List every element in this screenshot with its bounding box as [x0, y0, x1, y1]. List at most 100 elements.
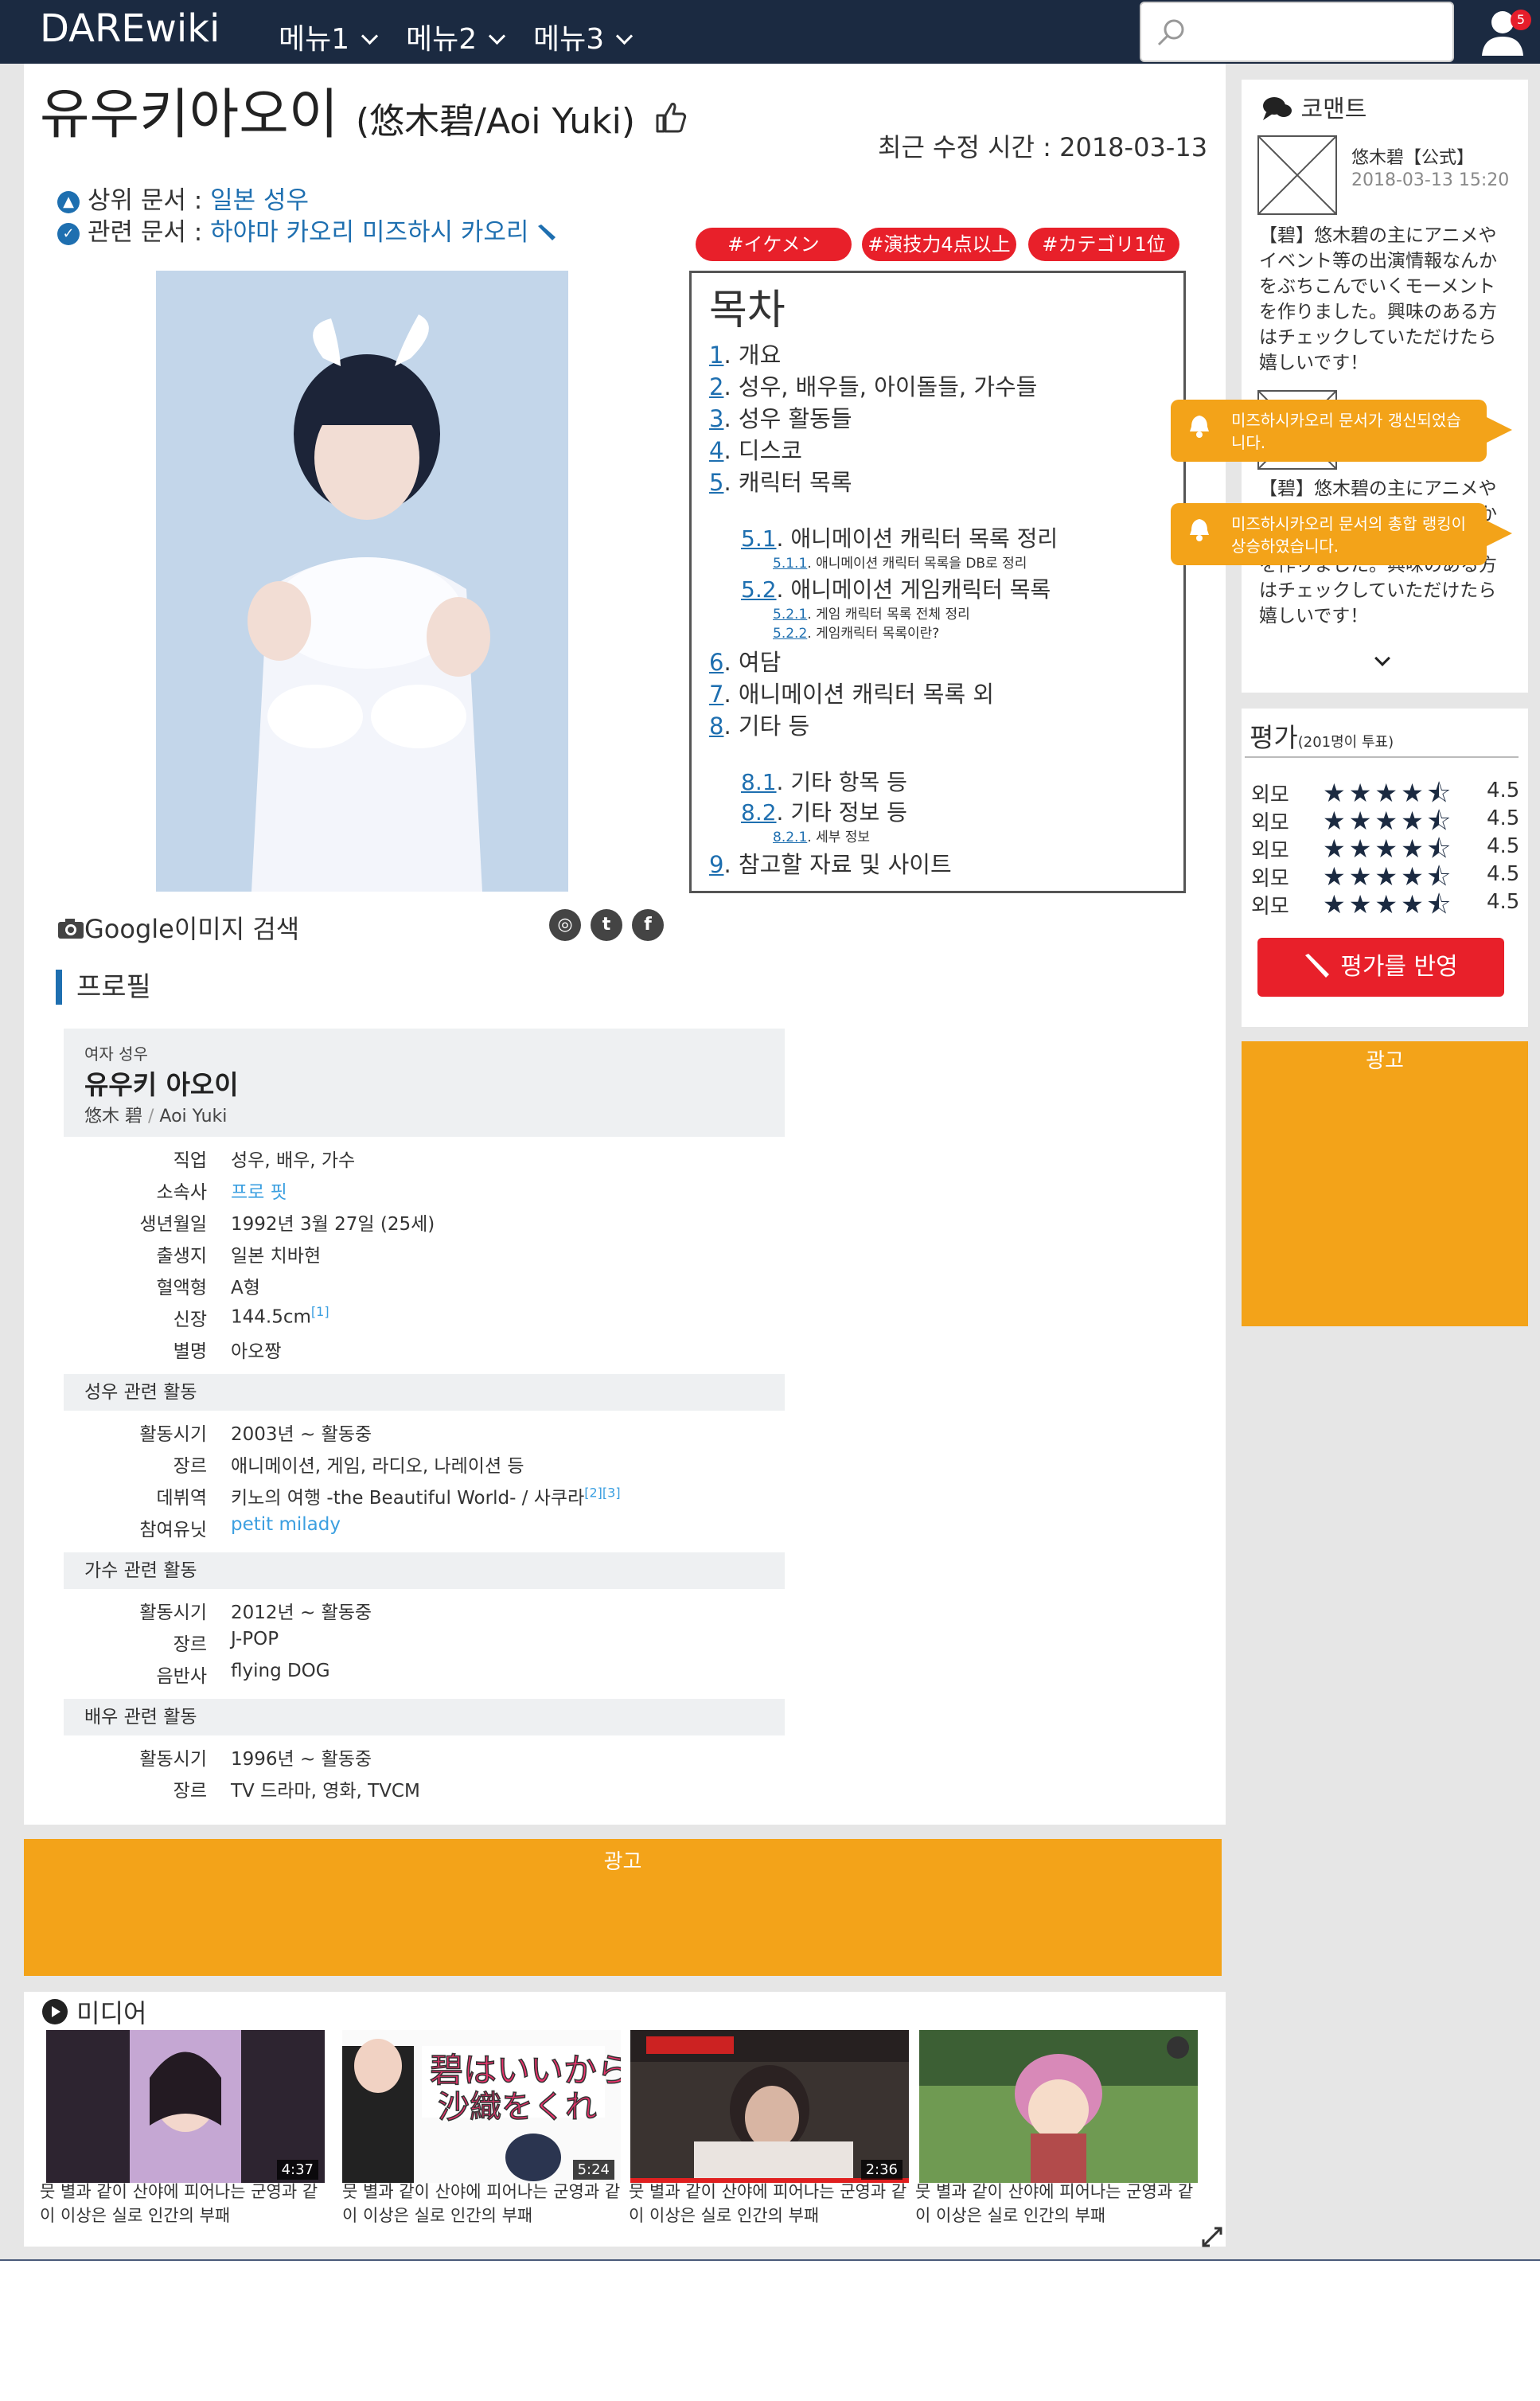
- video-duration: 2:36: [860, 2160, 903, 2180]
- nav-menu-2[interactable]: 메뉴2: [406, 16, 506, 57]
- user-menu-button[interactable]: 5: [1480, 5, 1536, 59]
- toc-item[interactable]: 3. 성우 활동들: [709, 400, 852, 434]
- video-caption[interactable]: 뭇 별과 같이 산야에 피어나는 군영과 같이 이상은 실로 인간의 부패: [342, 2180, 629, 2227]
- rating-score: 4.5: [1487, 779, 1520, 802]
- rating-score: 4.5: [1487, 862, 1520, 886]
- profile-row-label: 장르: [173, 1634, 207, 1655]
- profile-section-heading: 프로필: [56, 970, 151, 1005]
- toc-item[interactable]: 7. 애니메이션 캐릭터 목록 외: [709, 676, 994, 709]
- rating-label: 외모: [1251, 811, 1289, 835]
- rating-row[interactable]: 외모 ★★★★⯪ 4.5: [1251, 778, 1519, 808]
- search-icon[interactable]: [1156, 18, 1186, 48]
- camera-icon: [58, 919, 84, 939]
- rating-row[interactable]: 외모 ★★★★⯪ 4.5: [1251, 806, 1519, 836]
- video-thumbnail[interactable]: [919, 2030, 1198, 2183]
- toc-item[interactable]: 5.2.2. 게임캐릭터 목록이란?: [773, 622, 939, 642]
- profile-row-value: 아오짱: [231, 1341, 282, 1362]
- related-doc-link[interactable]: 하야마 카오리 미즈하시 카오리: [210, 218, 528, 247]
- toc-item[interactable]: 5.1. 애니메이션 캐릭터 목록 정리: [741, 521, 1058, 553]
- tag-chip[interactable]: #カテゴリ1位: [1028, 228, 1179, 261]
- toc-item[interactable]: 8.2.1. 세부 정보: [773, 826, 870, 845]
- toc-item[interactable]: 8.1. 기타 항목 등: [741, 765, 907, 797]
- toc-item[interactable]: 4. 디스코: [709, 432, 802, 466]
- pencil-icon: [1305, 954, 1330, 978]
- toc-item[interactable]: 8.2. 기타 정보 등: [741, 795, 907, 827]
- submit-rating-button[interactable]: 평가를 반영: [1257, 938, 1504, 997]
- toc-item[interactable]: 6. 여담: [709, 644, 781, 677]
- footnote-ref[interactable]: [2][3]: [584, 1485, 620, 1500]
- video-caption[interactable]: 뭇 별과 같이 산야에 피어나는 군영과 같이 이상은 실로 인간의 부패: [915, 2180, 1202, 2227]
- profile-row-value: 성우, 배우, 가수: [231, 1150, 356, 1171]
- toc-item[interactable]: 5.2. 애니메이션 게임캐릭터 목록: [741, 572, 1051, 604]
- comments-icon: [1263, 97, 1292, 120]
- video-thumbnail[interactable]: 2:36: [630, 2030, 909, 2183]
- video-caption[interactable]: 뭇 별과 같이 산야에 피어나는 군영과 같이 이상은 실로 인간의 부패: [629, 2180, 915, 2227]
- twitter-icon[interactable]: t: [591, 909, 622, 941]
- notification-count-badge: 5: [1511, 10, 1531, 30]
- notification-toast[interactable]: 미즈하시카오리 문서가 갱신되었습니다.: [1171, 400, 1512, 462]
- profile-row-label: 신장: [173, 1310, 207, 1330]
- profile-alt-names: 悠木 碧 / Aoi Yuki: [84, 1107, 228, 1126]
- tag-chip[interactable]: #演技力4点以上: [862, 228, 1016, 261]
- profile-photo: [156, 271, 568, 892]
- play-circle-icon: [42, 1999, 68, 2024]
- avatar[interactable]: [1257, 135, 1337, 215]
- profile-row-value: 1996년 ~ 활동중: [231, 1749, 372, 1770]
- video-duration: 5:24: [572, 2160, 614, 2180]
- arrow-up-icon: ▲: [57, 190, 80, 213]
- tag-chip[interactable]: #イケメン: [696, 228, 852, 261]
- star-rating[interactable]: ★★★★⯪: [1323, 887, 1454, 930]
- rating-score: 4.5: [1487, 806, 1520, 830]
- thumbs-up-icon[interactable]: [653, 100, 688, 135]
- facebook-icon[interactable]: f: [632, 909, 664, 941]
- google-image-label: Google이미지 검색: [84, 914, 300, 944]
- comments-heading: 코맨트: [1261, 89, 1367, 124]
- notification-toast[interactable]: 미즈하시카오리 문서의 총합 랭킹이 상승하였습니다.: [1171, 503, 1512, 565]
- profile-row-value: 2003년 ~ 활동중: [231, 1424, 372, 1445]
- profile-row-label: 별명: [173, 1341, 207, 1362]
- video-caption[interactable]: 뭇 별과 같이 산야에 피어나는 군영과 같이 이상은 실로 인간의 부패: [40, 2180, 326, 2227]
- expand-icon[interactable]: [1200, 2225, 1224, 2249]
- parent-doc-link[interactable]: 일본 성우: [210, 186, 309, 215]
- toc-item[interactable]: 8. 기타 등: [709, 708, 809, 741]
- sidebar-ad[interactable]: 광고: [1242, 1041, 1528, 1326]
- page-footer: [0, 2261, 1540, 2401]
- toc-item[interactable]: 5.2.1. 게임 캐릭터 목록 전체 정리: [773, 603, 970, 623]
- toc-item[interactable]: 1. 개요: [709, 337, 781, 370]
- rating-row[interactable]: 외모 ★★★★⯪ 4.5: [1251, 834, 1519, 864]
- chevron-down-icon: [616, 27, 634, 45]
- comment-time: 2018-03-13 15:20: [1351, 170, 1510, 190]
- rating-label: 외모: [1251, 895, 1289, 919]
- profile-row-value[interactable]: petit milady: [231, 1514, 341, 1535]
- nav-menu-3[interactable]: 메뉴3: [533, 16, 634, 57]
- footnote-ref[interactable]: [1]: [311, 1304, 329, 1319]
- profile-row-label: 활동시기: [139, 1603, 207, 1623]
- comment-text: 【碧】悠木碧の主にアニメやイベント等の出演情報なんかをぶちこんでいくモーメントを…: [1259, 225, 1497, 373]
- parent-doc-label: 상위 문서 :: [88, 186, 203, 215]
- toc-item[interactable]: 5.1.1. 애니메이션 캐릭터 목록을 DB로 정리: [773, 552, 1027, 572]
- ad-banner[interactable]: 광고: [24, 1839, 1222, 1976]
- video-thumbnail[interactable]: 4:37: [46, 2030, 325, 2183]
- profile-row-value: flying DOG: [231, 1661, 330, 1681]
- toc-item[interactable]: 9. 참고할 자료 및 사이트: [709, 846, 952, 880]
- search-input[interactable]: [1201, 18, 1440, 49]
- nav-menu-1[interactable]: 메뉴1: [279, 16, 379, 57]
- toc-item[interactable]: 2. 성우, 배우들, 아이돌들, 가수들: [709, 369, 1037, 402]
- site-logo[interactable]: DAREwiki: [40, 6, 220, 51]
- video-thumbnail[interactable]: 碧はいいから 沙織をくれ 5:24: [342, 2030, 621, 2183]
- instagram-icon[interactable]: ◎: [549, 909, 581, 941]
- notification-text: 미즈하시카오리 문서가 갱신되었습니다.: [1231, 411, 1461, 452]
- profile-row-value: 애니메이션, 게임, 라디오, 나레이션 등: [231, 1456, 524, 1477]
- google-image-search[interactable]: Google이미지 검색: [57, 909, 299, 946]
- comment-author[interactable]: 悠木碧【公式】: [1351, 143, 1474, 169]
- rating-row[interactable]: 외모 ★★★★⯪ 4.5: [1251, 861, 1519, 892]
- edit-pencil-icon[interactable]: [536, 223, 557, 244]
- rating-row[interactable]: 외모 ★★★★⯪ 4.5: [1251, 889, 1519, 919]
- toc-item[interactable]: 5. 캐릭터 목록: [709, 464, 852, 498]
- search-box[interactable]: [1140, 2, 1454, 62]
- rating-label: 외모: [1251, 839, 1289, 863]
- check-icon: ✓: [57, 222, 80, 245]
- divider: [1245, 756, 1519, 758]
- toc-heading: 목차: [709, 287, 786, 334]
- profile-row-value[interactable]: 프로 핏: [231, 1177, 287, 1204]
